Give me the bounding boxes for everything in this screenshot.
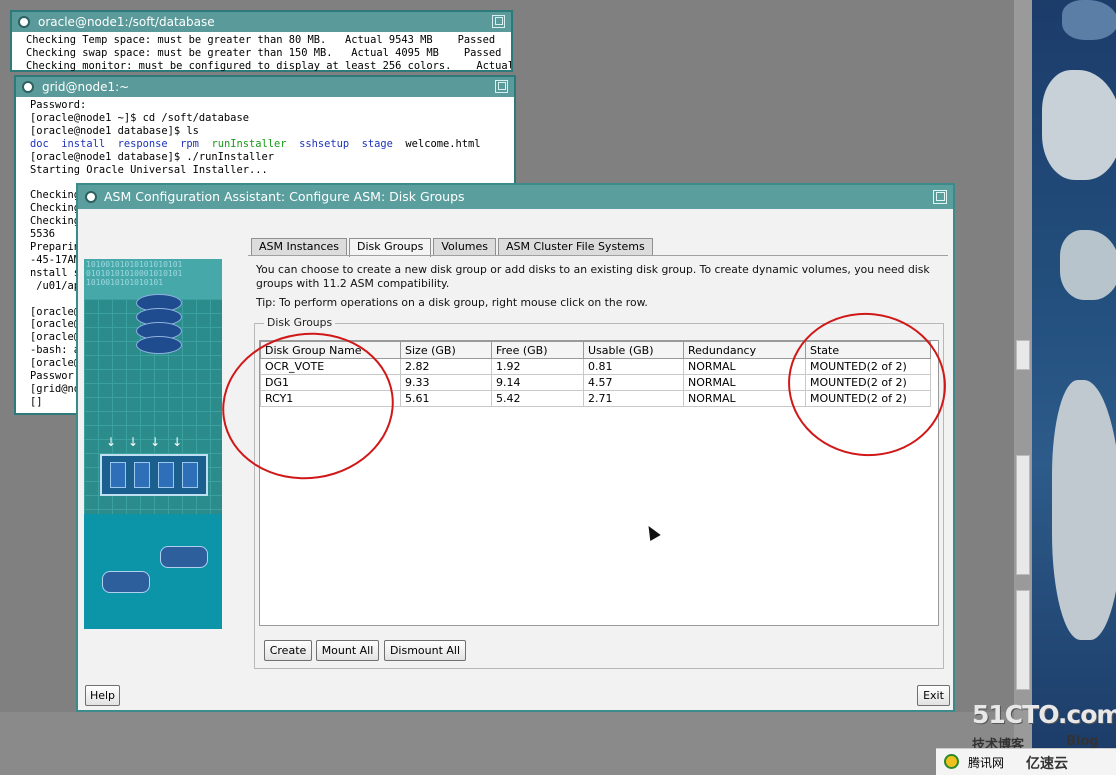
desktop-background: [0, 712, 1032, 775]
column-usable[interactable]: Usable (GB): [583, 341, 684, 359]
brand-watermark: 亿速云: [1026, 756, 1068, 772]
terminal-title: grid@node1:~: [42, 80, 130, 94]
exit-button[interactable]: Exit: [917, 685, 950, 706]
maximize-icon[interactable]: [495, 80, 508, 93]
cell-size: 2.82: [400, 358, 492, 375]
cell-usable: 4.57: [583, 374, 684, 391]
terminal-title-bar[interactable]: grid@node1:~: [16, 77, 514, 97]
terminal-title-bar[interactable]: oracle@node1:/soft/database: [12, 12, 511, 32]
background-window-edge: [1014, 0, 1032, 775]
dialog-title-bar[interactable]: ASM Configuration Assistant: Configure A…: [78, 185, 953, 209]
window-menu-icon[interactable]: [18, 16, 30, 28]
panel-tip: Tip: To perform operations on a disk gro…: [256, 296, 648, 309]
binary-pattern: 10100101010101010101 0101010101000101010…: [84, 259, 222, 299]
cell-free: 5.42: [491, 390, 584, 407]
watermark-logo: 51CTO.com: [972, 700, 1116, 729]
create-button[interactable]: Create: [264, 640, 312, 661]
desktop-wallpaper: [1032, 0, 1116, 775]
cell-free: 9.14: [491, 374, 584, 391]
cell-usable: 0.81: [583, 358, 684, 375]
cell-free: 1.92: [491, 358, 584, 375]
terminal-title: oracle@node1:/soft/database: [38, 15, 215, 29]
tray-label[interactable]: 腾讯网: [968, 754, 1004, 771]
tab-asm-cluster-file-systems[interactable]: ASM Cluster File Systems: [498, 238, 653, 256]
down-arrows-icon: ↓↓↓↓: [106, 435, 195, 449]
tab-asm-instances[interactable]: ASM Instances: [251, 238, 348, 256]
disk-array-icon: [100, 454, 208, 496]
cell-redundancy: NORMAL: [683, 390, 806, 407]
panel-description: You can choose to create a new disk grou…: [256, 263, 930, 290]
disk-group-icon: [102, 571, 150, 593]
mount-all-button[interactable]: Mount All: [316, 640, 379, 661]
watermark-blog: Blog: [1066, 734, 1099, 749]
cell-usable: 2.71: [583, 390, 684, 407]
disk-group-icon: [160, 546, 208, 568]
column-size[interactable]: Size (GB): [400, 341, 492, 359]
tab-volumes[interactable]: Volumes: [433, 238, 497, 256]
qq-icon[interactable]: [944, 754, 959, 769]
disk-groups-legend: Disk Groups: [264, 316, 336, 329]
database-cylinder-icon: [136, 294, 182, 354]
maximize-icon[interactable]: [492, 15, 505, 28]
help-button[interactable]: Help: [85, 685, 120, 706]
terminal-output: Checking Temp space: must be greater tha…: [26, 34, 511, 72]
system-tray: 腾讯网 亿速云: [936, 748, 1116, 775]
terminal-window-oracle[interactable]: oracle@node1:/soft/database Checking Tem…: [10, 10, 513, 72]
dialog-title: ASM Configuration Assistant: Configure A…: [104, 189, 465, 204]
window-menu-icon[interactable]: [85, 191, 97, 203]
asm-illustration: 10100101010101010101 0101010101000101010…: [84, 259, 222, 629]
dismount-all-button[interactable]: Dismount All: [384, 640, 466, 661]
window-menu-icon[interactable]: [22, 81, 34, 93]
cell-redundancy: NORMAL: [683, 358, 806, 375]
column-free[interactable]: Free (GB): [491, 341, 584, 359]
maximize-icon[interactable]: [933, 190, 947, 204]
cell-size: 5.61: [400, 390, 492, 407]
cell-size: 9.33: [400, 374, 492, 391]
column-redundancy[interactable]: Redundancy: [683, 341, 806, 359]
asmca-dialog[interactable]: ASM Configuration Assistant: Configure A…: [76, 183, 955, 712]
tab-strip: ASM Instances Disk Groups Volumes ASM Cl…: [251, 238, 655, 257]
